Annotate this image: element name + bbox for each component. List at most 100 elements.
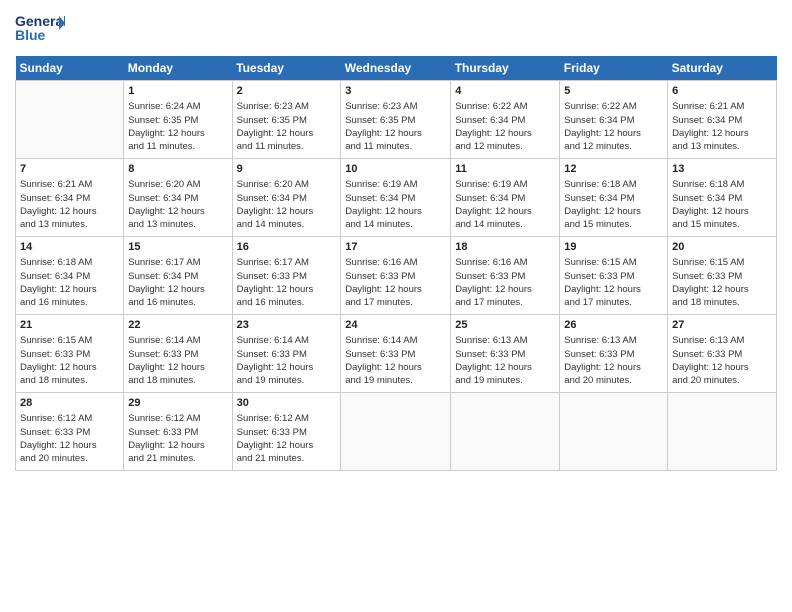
- week-row-2: 7 Sunrise: 6:21 AMSunset: 6:34 PMDaylight…: [16, 159, 777, 237]
- day-number: 12: [564, 162, 663, 177]
- day-cell: 1 Sunrise: 6:24 AMSunset: 6:35 PMDaylight…: [124, 81, 232, 159]
- day-cell: 11 Sunrise: 6:19 AMSunset: 6:34 PMDayligh…: [451, 159, 560, 237]
- day-info: Sunrise: 6:14 AMSunset: 6:33 PMDaylight:…: [128, 335, 205, 386]
- day-info: Sunrise: 6:21 AMSunset: 6:34 PMDaylight:…: [20, 179, 97, 230]
- day-info: Sunrise: 6:19 AMSunset: 6:34 PMDaylight:…: [345, 179, 422, 230]
- day-number: 10: [345, 162, 446, 177]
- day-cell: 14Sunrise: 6:18 AMSunset: 6:34 PMDayligh…: [16, 237, 124, 315]
- day-info: Sunrise: 6:17 AMSunset: 6:34 PMDaylight:…: [128, 257, 205, 308]
- day-number: 8: [128, 162, 227, 177]
- day-number: 1: [128, 84, 227, 99]
- header: General Blue: [15, 10, 777, 48]
- day-number: 9: [237, 162, 337, 177]
- day-cell: [16, 81, 124, 159]
- day-cell: 29Sunrise: 6:12 AMSunset: 6:33 PMDayligh…: [124, 393, 232, 471]
- day-cell: 30Sunrise: 6:12 AMSunset: 6:33 PMDayligh…: [232, 393, 341, 471]
- day-number: 13: [672, 162, 772, 177]
- day-cell: [560, 393, 668, 471]
- day-cell: 2 Sunrise: 6:23 AMSunset: 6:35 PMDaylight…: [232, 81, 341, 159]
- day-cell: 28Sunrise: 6:12 AMSunset: 6:33 PMDayligh…: [16, 393, 124, 471]
- day-info: Sunrise: 6:23 AMSunset: 6:35 PMDaylight:…: [237, 101, 314, 152]
- day-info: Sunrise: 6:13 AMSunset: 6:33 PMDaylight:…: [455, 335, 532, 386]
- week-row-4: 21 Sunrise: 6:15 AMSunset: 6:33 PMDayligh…: [16, 315, 777, 393]
- day-cell: 17 Sunrise: 6:16 AMSunset: 6:33 PMDayligh…: [341, 237, 451, 315]
- day-info: Sunrise: 6:22 AMSunset: 6:34 PMDaylight:…: [564, 101, 641, 152]
- day-info: Sunrise: 6:13 AMSunset: 6:33 PMDaylight:…: [564, 335, 641, 386]
- day-number: 11: [455, 162, 555, 177]
- col-header-tuesday: Tuesday: [232, 56, 341, 81]
- day-cell: 9 Sunrise: 6:20 AMSunset: 6:34 PMDaylight…: [232, 159, 341, 237]
- day-cell: 19 Sunrise: 6:15 AMSunset: 6:33 PMDayligh…: [560, 237, 668, 315]
- day-number: 25: [455, 318, 555, 333]
- day-cell: 20Sunrise: 6:15 AMSunset: 6:33 PMDayligh…: [668, 237, 777, 315]
- day-number: 3: [345, 84, 446, 99]
- day-cell: 26 Sunrise: 6:13 AMSunset: 6:33 PMDayligh…: [560, 315, 668, 393]
- day-info: Sunrise: 6:17 AMSunset: 6:33 PMDaylight:…: [237, 257, 314, 308]
- day-number: 17: [345, 240, 446, 255]
- day-number: 15: [128, 240, 227, 255]
- day-number: 30: [237, 396, 337, 411]
- day-info: Sunrise: 6:18 AMSunset: 6:34 PMDaylight:…: [20, 257, 97, 308]
- day-info: Sunrise: 6:20 AMSunset: 6:34 PMDaylight:…: [237, 179, 314, 230]
- day-info: Sunrise: 6:16 AMSunset: 6:33 PMDaylight:…: [455, 257, 532, 308]
- day-number: 4: [455, 84, 555, 99]
- day-number: 24: [345, 318, 446, 333]
- day-cell: 16Sunrise: 6:17 AMSunset: 6:33 PMDayligh…: [232, 237, 341, 315]
- logo: General Blue: [15, 10, 65, 48]
- page: General Blue SundayMondayTuesdayWednesda…: [0, 0, 792, 612]
- col-header-saturday: Saturday: [668, 56, 777, 81]
- col-header-wednesday: Wednesday: [341, 56, 451, 81]
- day-info: Sunrise: 6:24 AMSunset: 6:35 PMDaylight:…: [128, 101, 205, 152]
- day-info: Sunrise: 6:23 AMSunset: 6:35 PMDaylight:…: [345, 101, 422, 152]
- day-number: 23: [237, 318, 337, 333]
- day-cell: 23 Sunrise: 6:14 AMSunset: 6:33 PMDayligh…: [232, 315, 341, 393]
- day-cell: 7 Sunrise: 6:21 AMSunset: 6:34 PMDaylight…: [16, 159, 124, 237]
- day-info: Sunrise: 6:14 AMSunset: 6:33 PMDaylight:…: [237, 335, 314, 386]
- day-number: 5: [564, 84, 663, 99]
- day-cell: 24 Sunrise: 6:14 AMSunset: 6:33 PMDayligh…: [341, 315, 451, 393]
- col-header-sunday: Sunday: [16, 56, 124, 81]
- week-row-5: 28Sunrise: 6:12 AMSunset: 6:33 PMDayligh…: [16, 393, 777, 471]
- header-row: SundayMondayTuesdayWednesdayThursdayFrid…: [16, 56, 777, 81]
- day-info: Sunrise: 6:19 AMSunset: 6:34 PMDaylight:…: [455, 179, 532, 230]
- day-cell: 6 Sunrise: 6:21 AMSunset: 6:34 PMDaylight…: [668, 81, 777, 159]
- day-number: 22: [128, 318, 227, 333]
- day-cell: 22 Sunrise: 6:14 AMSunset: 6:33 PMDayligh…: [124, 315, 232, 393]
- day-cell: [668, 393, 777, 471]
- day-info: Sunrise: 6:21 AMSunset: 6:34 PMDaylight:…: [672, 101, 749, 152]
- day-info: Sunrise: 6:14 AMSunset: 6:33 PMDaylight:…: [345, 335, 422, 386]
- day-cell: [451, 393, 560, 471]
- logo-svg: General Blue: [15, 10, 65, 48]
- day-number: 28: [20, 396, 119, 411]
- day-number: 29: [128, 396, 227, 411]
- day-cell: 8 Sunrise: 6:20 AMSunset: 6:34 PMDaylight…: [124, 159, 232, 237]
- day-cell: 27Sunrise: 6:13 AMSunset: 6:33 PMDayligh…: [668, 315, 777, 393]
- week-row-1: 1 Sunrise: 6:24 AMSunset: 6:35 PMDaylight…: [16, 81, 777, 159]
- day-number: 18: [455, 240, 555, 255]
- col-header-friday: Friday: [560, 56, 668, 81]
- day-info: Sunrise: 6:18 AMSunset: 6:34 PMDaylight:…: [564, 179, 641, 230]
- calendar-table: SundayMondayTuesdayWednesdayThursdayFrid…: [15, 56, 777, 471]
- day-info: Sunrise: 6:20 AMSunset: 6:34 PMDaylight:…: [128, 179, 205, 230]
- day-info: Sunrise: 6:15 AMSunset: 6:33 PMDaylight:…: [672, 257, 749, 308]
- col-header-thursday: Thursday: [451, 56, 560, 81]
- day-number: 19: [564, 240, 663, 255]
- day-number: 2: [237, 84, 337, 99]
- day-cell: 10 Sunrise: 6:19 AMSunset: 6:34 PMDayligh…: [341, 159, 451, 237]
- day-cell: 13 Sunrise: 6:18 AMSunset: 6:34 PMDayligh…: [668, 159, 777, 237]
- day-number: 26: [564, 318, 663, 333]
- day-number: 6: [672, 84, 772, 99]
- week-row-3: 14Sunrise: 6:18 AMSunset: 6:34 PMDayligh…: [16, 237, 777, 315]
- day-info: Sunrise: 6:15 AMSunset: 6:33 PMDaylight:…: [20, 335, 97, 386]
- day-info: Sunrise: 6:16 AMSunset: 6:33 PMDaylight:…: [345, 257, 422, 308]
- day-info: Sunrise: 6:15 AMSunset: 6:33 PMDaylight:…: [564, 257, 641, 308]
- day-cell: 21 Sunrise: 6:15 AMSunset: 6:33 PMDayligh…: [16, 315, 124, 393]
- day-cell: 12 Sunrise: 6:18 AMSunset: 6:34 PMDayligh…: [560, 159, 668, 237]
- day-info: Sunrise: 6:22 AMSunset: 6:34 PMDaylight:…: [455, 101, 532, 152]
- day-info: Sunrise: 6:18 AMSunset: 6:34 PMDaylight:…: [672, 179, 749, 230]
- day-cell: 3 Sunrise: 6:23 AMSunset: 6:35 PMDaylight…: [341, 81, 451, 159]
- svg-text:Blue: Blue: [15, 27, 46, 43]
- day-number: 21: [20, 318, 119, 333]
- day-number: 7: [20, 162, 119, 177]
- day-cell: 15 Sunrise: 6:17 AMSunset: 6:34 PMDayligh…: [124, 237, 232, 315]
